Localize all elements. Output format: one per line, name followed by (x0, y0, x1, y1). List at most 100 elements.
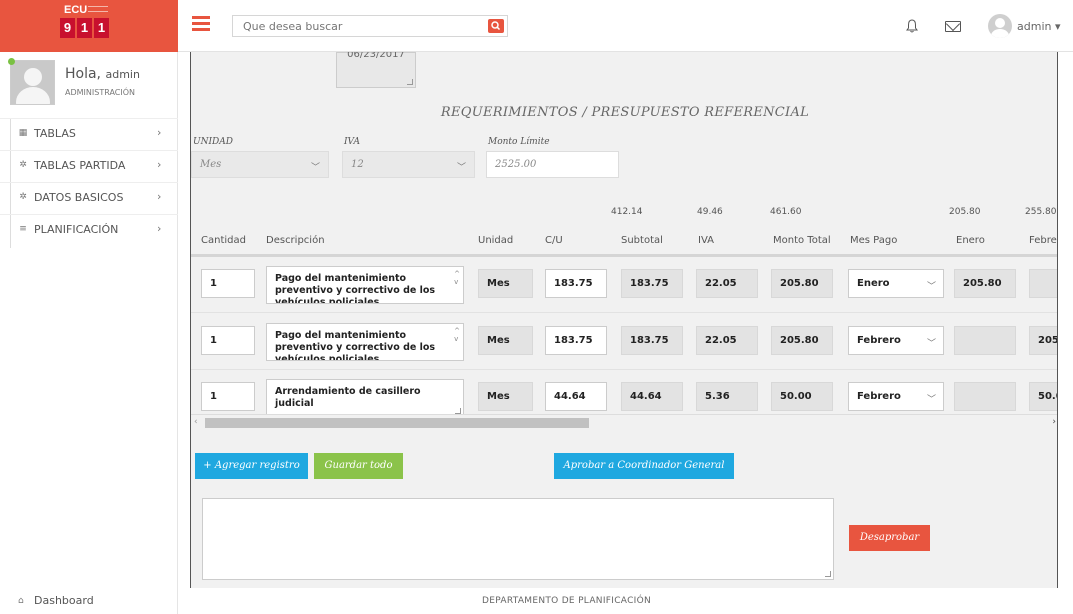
descripcion-text: Arrendamiento de casillero judicial (275, 386, 421, 409)
unidad-cell: Mes (478, 382, 533, 411)
monto-limite-label: Monto Límite (488, 137, 550, 147)
table-row: 1 Pago del mantenimiento preventivo y co… (191, 257, 1057, 313)
subtotal-cell: 44.64 (621, 382, 683, 411)
chevron-down-icon: ﹀ (310, 163, 320, 173)
mes-pago-select[interactable]: Febrero ﹀ (848, 326, 944, 355)
footer: DEPARTAMENTO DE PLANIFICACIÓN (0, 588, 1073, 614)
observations-textarea[interactable] (202, 498, 834, 580)
iva-value: 12 (351, 159, 364, 170)
monto-total-cell: 205.80 (771, 326, 833, 355)
resize-handle-icon[interactable] (407, 79, 413, 85)
col-mes-pago: Mes Pago (850, 235, 898, 246)
list-icon: ≡ (19, 224, 27, 234)
cantidad-input[interactable]: 1 (201, 326, 255, 355)
top-bar: ECU 9 1 1 admin ▾ (0, 0, 1073, 52)
chevron-down-icon: ﹀ (926, 395, 936, 405)
user-menu[interactable]: admin ▾ (1017, 20, 1060, 33)
iva-cell: 22.05 (696, 269, 758, 298)
scroll-right-icon[interactable]: › (1052, 417, 1056, 427)
user-role: ADMINISTRACIÓN (65, 88, 135, 97)
col-monto-total: Monto Total (773, 235, 831, 246)
sidebar-item-tablas[interactable]: ▦ TABLAS › (0, 118, 178, 148)
sidebar-item-tablas-partida[interactable]: ✲ TABLAS PARTIDA › (0, 150, 178, 180)
unidad-select[interactable]: Mes ﹀ (191, 151, 329, 178)
col-enero: Enero (956, 235, 985, 246)
descripcion-textarea[interactable]: Pago del mantenimiento preventivo y corr… (266, 266, 464, 304)
table-row: 1 Pago del mantenimiento preventivo y co… (191, 314, 1057, 370)
add-record-button[interactable]: + Agregar registro (195, 453, 308, 479)
sidebar-item-planificacion[interactable]: ≡ PLANIFICACIÓN › (0, 214, 178, 244)
greeting: Hola, admin (65, 66, 140, 82)
iva-label: IVA (344, 137, 360, 147)
cu-input[interactable]: 44.64 (545, 382, 607, 411)
search-input[interactable] (233, 16, 473, 36)
greeting-text: Hola, (65, 66, 102, 82)
logo-digits: 9 1 1 (60, 18, 109, 38)
resize-handle-icon[interactable] (825, 571, 831, 577)
descripcion-textarea[interactable]: Pago del mantenimiento preventivo y corr… (266, 323, 464, 361)
subtotal-cell: 183.75 (621, 269, 683, 298)
online-status-icon (8, 58, 15, 65)
sidebar: Hola, admin ADMINISTRACIÓN ▦ TABLAS › ✲ … (0, 52, 178, 614)
subtotal-cell: 183.75 (621, 326, 683, 355)
sum-monto-total: 461.60 (770, 207, 802, 217)
user-profile: Hola, admin ADMINISTRACIÓN (8, 58, 170, 110)
mes-pago-value: Enero (857, 278, 890, 289)
chevron-right-icon: › (157, 158, 162, 171)
mes-pago-value: Febrero (857, 391, 901, 402)
sidebar-item-label: TABLAS (34, 127, 76, 140)
logo-digit: 1 (77, 18, 92, 38)
scroll-left-icon[interactable]: ‹ (194, 417, 198, 427)
febrero-cell (1029, 269, 1057, 298)
greeting-user: admin (105, 68, 140, 81)
mail-icon[interactable] (945, 21, 961, 32)
unidad-cell: Mes (478, 269, 533, 298)
mes-pago-select[interactable]: Enero ﹀ (848, 269, 944, 298)
date-field[interactable]: 06/23/2017 (336, 52, 416, 88)
cantidad-input[interactable]: 1 (201, 269, 255, 298)
descripcion-text: Pago del mantenimiento preventivo y corr… (275, 273, 436, 304)
logo-text: ECU (64, 4, 88, 16)
enero-cell: 205.80 (954, 269, 1016, 298)
chevron-down-icon: ﹀ (456, 163, 466, 173)
logo-decoration (88, 6, 108, 12)
mes-pago-select[interactable]: Febrero ﹀ (848, 382, 944, 411)
search-button[interactable] (488, 19, 504, 33)
table-header: Cantidad Descripción Unidad C/U Subtotal… (191, 227, 1057, 257)
reject-button[interactable]: Desaprobar (849, 525, 930, 551)
descripcion-textarea[interactable]: Arrendamiento de casillero judicial (266, 379, 464, 417)
chevron-down-icon: ﹀ (926, 339, 936, 349)
iva-cell: 5.36 (696, 382, 758, 411)
monto-limite-input[interactable]: 2525.00 (486, 151, 619, 178)
logo-digit: 9 (60, 18, 75, 38)
chevron-right-icon: › (157, 190, 162, 203)
search-icon (491, 21, 501, 31)
unidad-label: UNIDAD (193, 137, 233, 147)
sidebar-item-label: TABLAS PARTIDA (34, 159, 126, 172)
cu-input[interactable]: 183.75 (545, 326, 607, 355)
hamburger-menu-icon[interactable] (192, 16, 210, 32)
approve-button[interactable]: Aprobar a Coordinador General (554, 453, 734, 479)
sidebar-item-datos-basicos[interactable]: ✲ DATOS BASICOS › (0, 182, 178, 212)
app-logo[interactable]: ECU 9 1 1 (0, 0, 178, 52)
user-avatar[interactable] (988, 14, 1012, 38)
febrero-cell: 205.80 (1029, 326, 1057, 355)
save-all-button[interactable]: Guardar todo (314, 453, 403, 479)
spinner-arrows-icon[interactable]: ^ v (454, 327, 460, 343)
sum-febrero: 255.80 (1025, 207, 1057, 217)
col-febrero: Febrero (1029, 235, 1057, 246)
iva-cell: 22.05 (696, 326, 758, 355)
unidad-cell: Mes (478, 326, 533, 355)
cu-input[interactable]: 183.75 (545, 269, 607, 298)
scrollbar-thumb[interactable] (205, 418, 589, 428)
sum-iva: 49.46 (697, 207, 723, 217)
bell-icon[interactable] (906, 19, 918, 33)
monto-limite-value: 2525.00 (495, 159, 537, 170)
horizontal-scrollbar[interactable]: ‹ › (191, 414, 1057, 430)
spinner-arrows-icon[interactable]: ^ v (454, 270, 460, 286)
iva-select[interactable]: 12 ﹀ (342, 151, 475, 178)
col-unidad: Unidad (478, 235, 514, 246)
col-cantidad: Cantidad (201, 235, 246, 246)
cantidad-input[interactable]: 1 (201, 382, 255, 411)
monto-total-cell: 205.80 (771, 269, 833, 298)
